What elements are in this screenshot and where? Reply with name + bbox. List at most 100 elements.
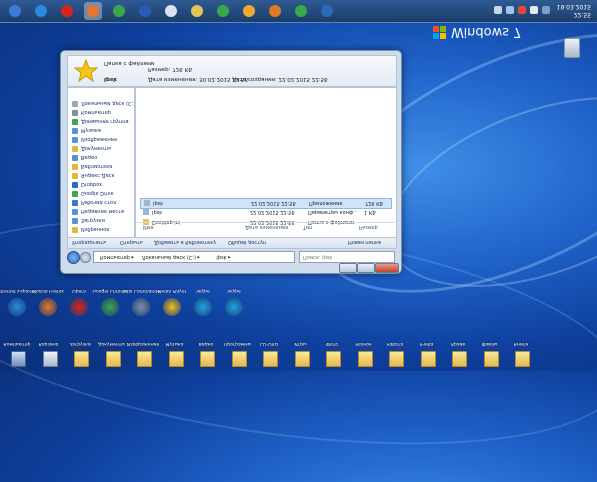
desktop-folder[interactable]: Файлы xyxy=(475,341,505,367)
desktop-folder[interactable]: Изображения xyxy=(127,341,159,367)
desktop-folder[interactable]: Компьютер xyxy=(2,341,32,367)
nav-item-label: Google Drive xyxy=(81,190,114,196)
folder-icon xyxy=(74,351,89,367)
nav-item-label: Dropbox xyxy=(81,181,103,187)
desktop-shortcut[interactable]: Opera xyxy=(64,288,94,318)
taskbar-button-media-player[interactable] xyxy=(266,2,284,20)
desktop-folder[interactable]: Видео xyxy=(191,341,221,367)
taskbar-button-icq[interactable] xyxy=(292,2,310,20)
forward-button[interactable] xyxy=(80,252,91,263)
minimize-button[interactable] xyxy=(339,263,357,273)
taskbar-button-folder[interactable] xyxy=(188,2,206,20)
taskbar-button-media[interactable] xyxy=(214,2,232,20)
back-button[interactable] xyxy=(67,251,80,264)
taskbar-button-word[interactable] xyxy=(136,2,154,20)
flag-icon[interactable] xyxy=(530,6,538,14)
folder-icon xyxy=(72,155,78,161)
search-input[interactable]: Поиск: Ipsk xyxy=(299,251,395,263)
breadcrumb-item[interactable]: Ipsk ▸ xyxy=(216,254,230,260)
folder-icon xyxy=(263,351,278,367)
desktop-folder[interactable]: Загрузки xyxy=(65,341,95,367)
folder-icon xyxy=(72,218,78,224)
desktop-shortcut[interactable]: Total Commander xyxy=(122,288,160,318)
desktop-folder[interactable]: Архив xyxy=(443,341,473,367)
speaker-icon[interactable] xyxy=(494,6,502,14)
clock-time: 22:55 xyxy=(573,11,591,18)
desktop-folder[interactable]: Учеба xyxy=(412,341,442,367)
nav-item-label: Документы xyxy=(81,145,111,151)
toolbar-item[interactable]: Новая папка xyxy=(348,239,381,245)
taskbar-button-paint[interactable] xyxy=(240,2,258,20)
address-path[interactable]: Компьютер ▸ Локальный диск (C:) ▸ Ipsk ▸ xyxy=(93,251,295,263)
windows-start-icon xyxy=(9,5,21,17)
folder-icon xyxy=(191,5,203,17)
clock[interactable]: 19.03.2015 22:55 xyxy=(551,2,591,18)
folder-icon xyxy=(72,101,78,107)
desktop-folder[interactable]: Фото xyxy=(317,341,347,367)
close-button[interactable] xyxy=(375,263,399,273)
desktop-folder[interactable]: CD-DVD xyxy=(254,341,284,367)
desktop-shortcut[interactable]: Internet Explorer xyxy=(0,288,36,318)
taskbar-button-internet-explorer[interactable] xyxy=(32,2,50,20)
file-name: Ipsk xyxy=(152,209,163,215)
desktop-folder[interactable]: Книги xyxy=(506,341,536,367)
file-row[interactable]: Ipsk 22.02.2015 22:56 Параметры конф... 1 К… xyxy=(140,208,390,217)
toolbar-item[interactable]: Открыть xyxy=(120,239,143,245)
desktop-folder[interactable]: Разное xyxy=(349,341,379,367)
desktop-folder[interactable]: Корзина xyxy=(34,341,64,367)
column-header[interactable]: Тип xyxy=(303,224,313,230)
network-icon[interactable] xyxy=(506,6,514,14)
explorer-window: Ipsk Папка с файлами Дата изменения: 30.… xyxy=(60,50,402,274)
file-type: Параметры конф... xyxy=(308,209,358,215)
breadcrumb-item[interactable]: Локальный диск (C:) ▸ xyxy=(142,254,200,260)
system-tray: 19.03.2015 22:55 xyxy=(470,0,597,22)
star-icon xyxy=(74,59,98,83)
folder-icon xyxy=(72,200,78,206)
taskbar-button-chrome[interactable] xyxy=(110,2,128,20)
column-header[interactable]: Размер xyxy=(359,224,378,230)
desktop-folder[interactable]: Работа xyxy=(380,341,410,367)
folder-icon xyxy=(231,351,247,367)
desktop-folder[interactable]: Документы xyxy=(97,341,127,367)
app-icon xyxy=(163,298,181,316)
windows-logo-text: Windows 7 xyxy=(451,24,522,39)
address-bar: Компьютер ▸ Локальный диск (C:) ▸ Ipsk ▸ П… xyxy=(67,250,395,264)
language-icon[interactable] xyxy=(518,6,526,14)
app-icon xyxy=(321,5,333,17)
clock-date: 19.03.2015 xyxy=(556,3,591,10)
taskbar-button-windows-start[interactable] xyxy=(6,2,24,20)
desktop-folder[interactable]: Музыка xyxy=(160,341,190,367)
arrow-up-icon[interactable] xyxy=(542,6,550,14)
media-icon xyxy=(217,5,229,17)
desktop-shortcut[interactable]: Mozilla Firefox xyxy=(32,288,64,318)
desktop-folder[interactable]: Программы xyxy=(223,341,253,367)
taskbar-button-firefox[interactable] xyxy=(84,2,102,20)
folder-icon xyxy=(72,227,78,233)
file-icon xyxy=(143,209,149,215)
app-icon xyxy=(225,298,243,316)
icq-icon xyxy=(295,5,307,17)
breadcrumb-item[interactable]: Компьютер ▸ xyxy=(100,254,134,260)
folder-icon xyxy=(137,351,152,367)
desktop-shortcut[interactable]: Skype xyxy=(188,288,218,318)
taskbar-button-opera[interactable] xyxy=(58,2,76,20)
desktop-shortcut[interactable]: Google Chrome xyxy=(93,288,127,318)
toolbar-item[interactable]: Добавить в библиотеку xyxy=(154,239,216,245)
column-header[interactable]: Имя xyxy=(143,224,154,230)
toolbar-item[interactable]: Упорядочить xyxy=(72,239,106,245)
taskbar-button-app[interactable] xyxy=(318,2,336,20)
command-bar: Упорядочить Открыть Добавить в библиотеку О… xyxy=(67,237,397,249)
folder-icon xyxy=(515,351,530,367)
desktop-folder[interactable]: Игры xyxy=(286,341,316,367)
folder-icon xyxy=(389,351,404,367)
folder-icon xyxy=(72,209,78,215)
maximize-button[interactable] xyxy=(357,263,375,273)
folder-icon xyxy=(72,182,78,188)
desktop-shortcut[interactable]: Media Player xyxy=(157,288,187,318)
details-created: Дата создания: 22.02.2015 22:56 xyxy=(232,76,328,82)
desktop-shortcut[interactable]: Skype xyxy=(219,288,249,318)
toolbar-item[interactable]: Общий доступ xyxy=(228,239,266,245)
taskbar-button-notepad[interactable] xyxy=(162,2,180,20)
recycle-bin-icon[interactable] xyxy=(564,38,580,58)
column-header[interactable]: Дата изменения xyxy=(245,224,288,230)
